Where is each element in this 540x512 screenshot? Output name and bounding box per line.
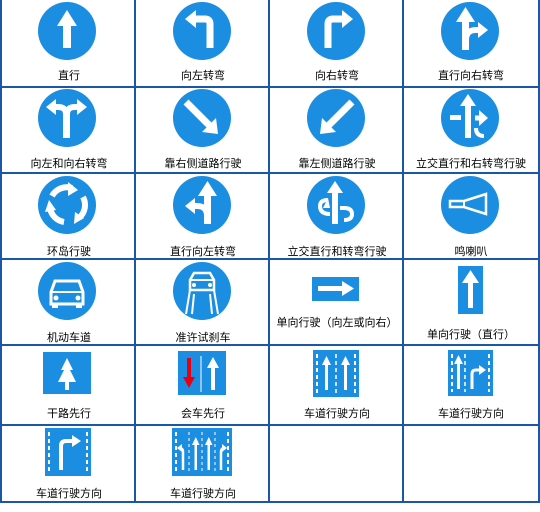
sign-label: 直行 xyxy=(58,69,80,82)
sign-label: 直行向右转弯 xyxy=(438,69,504,82)
sign-label: 单向行驶（直行） xyxy=(427,328,515,341)
sign-cell-turn-right: 向右转弯 xyxy=(270,0,404,86)
sign-label: 向左和向右转弯 xyxy=(30,157,108,170)
sign-cell-lane-direction-1: 车道行驶方向 xyxy=(270,346,404,432)
traffic-sign-grid: 直行 向左转弯 向右转弯 直行向右转弯 向左和向右转弯 靠右侧道路行驶 靠左侧道… xyxy=(0,0,540,503)
sign-cell-keep-left: 靠左侧道路行驶 xyxy=(270,88,404,174)
sign-label: 单向行驶（向左或向右） xyxy=(276,316,398,329)
sign-cell-roundabout: 环岛行驶 xyxy=(2,174,136,260)
sign-cell-lane-direction-3: 车道行驶方向 xyxy=(2,426,136,512)
sign-label: 干路先行 xyxy=(47,407,91,420)
sign-label: 鸣喇叭 xyxy=(454,245,488,258)
sign-cell-straight-right: 直行向右转弯 xyxy=(404,0,538,86)
sign-label: 立交直行和转弯行驶 xyxy=(287,245,387,258)
sign-label: 车道行驶方向 xyxy=(304,407,370,420)
sign-cell-motor-lane: 机动车道 xyxy=(2,260,136,346)
sign-cell-straight-left: 直行向左转弯 xyxy=(136,174,270,260)
sign-label: 机动车道 xyxy=(47,331,91,344)
sign-cell-lane-direction-4: 车道行驶方向 xyxy=(136,426,270,512)
sign-label: 直行向左转弯 xyxy=(170,245,236,258)
sign-cell-keep-right: 靠右侧道路行驶 xyxy=(136,88,270,174)
sign-label: 向左转弯 xyxy=(181,69,225,82)
sign-cell-interchange-straight-right: 立交直行和右转弯行驶 xyxy=(404,88,538,174)
sign-cell-straight: 直行 xyxy=(2,0,136,86)
sign-cell-interchange-straight-turn: 立交直行和转弯行驶 xyxy=(270,174,404,260)
sign-label: 立交直行和右转弯行驶 xyxy=(416,157,526,170)
sign-label: 会车先行 xyxy=(181,407,225,420)
sign-label: 准许试刹车 xyxy=(175,331,231,344)
sign-cell-main-road-priority: 干路先行 xyxy=(2,346,136,432)
sign-cell-one-way-straight: 单向行驶（直行） xyxy=(404,260,538,346)
one-way-horizontal-icon xyxy=(312,277,359,301)
sign-label: 靠左侧道路行驶 xyxy=(298,157,376,170)
sign-cell-oncoming-priority: 会车先行 xyxy=(136,346,270,432)
sign-label: 向右转弯 xyxy=(315,69,359,82)
sign-cell-turn-left: 向左转弯 xyxy=(136,0,270,86)
sign-cell-horn: 鸣喇叭 xyxy=(404,174,538,260)
sign-cell-brake-test: 准许试刹车 xyxy=(136,260,270,346)
sign-label: 车道行驶方向 xyxy=(36,487,102,500)
sign-cell-one-way-horizontal: 单向行驶（向左或向右） xyxy=(270,260,404,346)
sign-label: 车道行驶方向 xyxy=(438,407,504,420)
sign-label: 环岛行驶 xyxy=(47,245,91,258)
sign-label: 靠右侧道路行驶 xyxy=(164,157,242,170)
sign-cell-left-right: 向左和向右转弯 xyxy=(2,88,136,174)
sign-label: 车道行驶方向 xyxy=(170,487,236,500)
sign-cell-lane-direction-2: 车道行驶方向 xyxy=(404,346,538,432)
